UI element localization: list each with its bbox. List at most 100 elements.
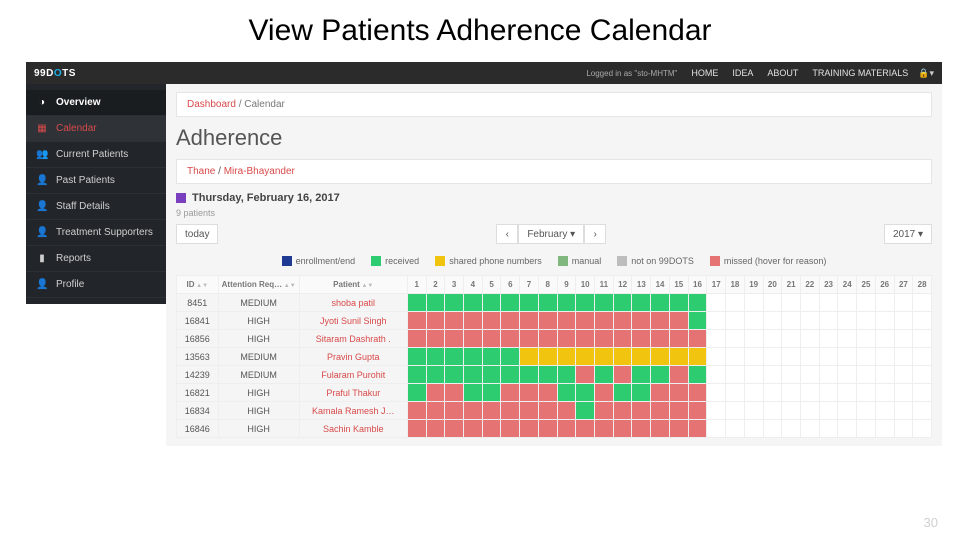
cell-day[interactable] bbox=[913, 366, 932, 384]
cell-day[interactable] bbox=[857, 402, 876, 420]
cell-day[interactable] bbox=[688, 384, 707, 402]
cell-day[interactable] bbox=[744, 294, 763, 312]
cell-day[interactable] bbox=[464, 384, 483, 402]
cell-day[interactable] bbox=[782, 384, 801, 402]
cell-day[interactable] bbox=[464, 420, 483, 438]
cell-day[interactable] bbox=[445, 348, 464, 366]
cell-day[interactable] bbox=[651, 402, 670, 420]
cell-day[interactable] bbox=[875, 384, 894, 402]
brand-logo[interactable]: 99DOTS bbox=[34, 68, 76, 79]
table-row[interactable]: 16834HIGHKamala Ramesh J… bbox=[177, 402, 932, 420]
cell-day[interactable] bbox=[857, 312, 876, 330]
cell-day[interactable] bbox=[520, 348, 539, 366]
cell-day[interactable] bbox=[576, 402, 595, 420]
cell-day[interactable] bbox=[651, 420, 670, 438]
cell-day[interactable] bbox=[744, 312, 763, 330]
cell-day[interactable] bbox=[838, 402, 857, 420]
cell-day[interactable] bbox=[595, 384, 614, 402]
cell-day[interactable] bbox=[576, 420, 595, 438]
cell-day[interactable] bbox=[501, 312, 520, 330]
cell-day[interactable] bbox=[595, 366, 614, 384]
cell-day[interactable] bbox=[857, 348, 876, 366]
cell-day[interactable] bbox=[669, 402, 688, 420]
cell-day[interactable] bbox=[632, 330, 651, 348]
cell-patient[interactable]: shoba patil bbox=[299, 294, 407, 312]
cell-day[interactable] bbox=[595, 294, 614, 312]
cell-day[interactable] bbox=[632, 402, 651, 420]
cell-day[interactable] bbox=[819, 402, 838, 420]
cell-day[interactable] bbox=[501, 366, 520, 384]
cell-patient[interactable]: Fularam Purohit bbox=[299, 366, 407, 384]
sidebar-item-reports[interactable]: ▮Reports bbox=[26, 246, 166, 272]
cell-day[interactable] bbox=[576, 294, 595, 312]
cell-day[interactable] bbox=[557, 330, 576, 348]
cell-day[interactable] bbox=[819, 312, 838, 330]
cell-day[interactable] bbox=[894, 294, 913, 312]
cell-day[interactable] bbox=[482, 402, 501, 420]
prev-month-button[interactable]: ‹ bbox=[496, 224, 518, 244]
cell-day[interactable] bbox=[707, 420, 726, 438]
cell-day[interactable] bbox=[482, 330, 501, 348]
cell-day[interactable] bbox=[426, 330, 445, 348]
cell-day[interactable] bbox=[557, 294, 576, 312]
location-district[interactable]: Thane bbox=[187, 166, 215, 177]
col-patient[interactable]: Patient bbox=[299, 276, 407, 294]
cell-day[interactable] bbox=[894, 348, 913, 366]
cell-day[interactable] bbox=[819, 294, 838, 312]
cell-day[interactable] bbox=[632, 384, 651, 402]
cell-day[interactable] bbox=[538, 366, 557, 384]
sidebar-item-current-patients[interactable]: 👥Current Patients bbox=[26, 142, 166, 168]
cell-day[interactable] bbox=[501, 330, 520, 348]
cell-day[interactable] bbox=[838, 330, 857, 348]
cell-day[interactable] bbox=[726, 312, 745, 330]
cell-day[interactable] bbox=[464, 330, 483, 348]
cell-day[interactable] bbox=[464, 294, 483, 312]
cell-day[interactable] bbox=[838, 312, 857, 330]
cell-day[interactable] bbox=[482, 312, 501, 330]
cell-day[interactable] bbox=[726, 402, 745, 420]
cell-day[interactable] bbox=[407, 330, 426, 348]
cell-day[interactable] bbox=[538, 294, 557, 312]
cell-day[interactable] bbox=[632, 366, 651, 384]
cell-day[interactable] bbox=[707, 384, 726, 402]
breadcrumb-root[interactable]: Dashboard bbox=[187, 99, 236, 110]
cell-day[interactable] bbox=[613, 366, 632, 384]
cell-day[interactable] bbox=[482, 384, 501, 402]
cell-day[interactable] bbox=[651, 312, 670, 330]
cell-day[interactable] bbox=[894, 402, 913, 420]
cell-day[interactable] bbox=[800, 366, 819, 384]
sidebar-item-profile[interactable]: 👤Profile bbox=[26, 272, 166, 298]
cell-day[interactable] bbox=[651, 366, 670, 384]
cell-day[interactable] bbox=[782, 366, 801, 384]
cell-day[interactable] bbox=[557, 384, 576, 402]
cell-day[interactable] bbox=[557, 312, 576, 330]
cell-day[interactable] bbox=[445, 384, 464, 402]
cell-day[interactable] bbox=[632, 294, 651, 312]
cell-patient[interactable]: Pravin Gupta bbox=[299, 348, 407, 366]
cell-day[interactable] bbox=[501, 348, 520, 366]
cell-day[interactable] bbox=[651, 384, 670, 402]
cell-day[interactable] bbox=[800, 312, 819, 330]
cell-day[interactable] bbox=[669, 348, 688, 366]
cell-day[interactable] bbox=[763, 348, 782, 366]
cell-day[interactable] bbox=[613, 348, 632, 366]
cell-day[interactable] bbox=[688, 312, 707, 330]
cell-day[interactable] bbox=[576, 330, 595, 348]
cell-day[interactable] bbox=[501, 420, 520, 438]
cell-day[interactable] bbox=[726, 366, 745, 384]
cell-day[interactable] bbox=[782, 402, 801, 420]
cell-day[interactable] bbox=[744, 348, 763, 366]
today-button[interactable]: today bbox=[176, 224, 218, 244]
table-row[interactable]: 13563MEDIUMPravin Gupta bbox=[177, 348, 932, 366]
cell-day[interactable] bbox=[688, 402, 707, 420]
cell-day[interactable] bbox=[838, 420, 857, 438]
cell-day[interactable] bbox=[482, 366, 501, 384]
cell-day[interactable] bbox=[782, 330, 801, 348]
cell-day[interactable] bbox=[632, 420, 651, 438]
cell-patient[interactable]: Jyoti Sunil Singh bbox=[299, 312, 407, 330]
cell-day[interactable] bbox=[875, 312, 894, 330]
cell-day[interactable] bbox=[669, 294, 688, 312]
nav-training[interactable]: TRAINING MATERIALS bbox=[812, 68, 908, 78]
cell-day[interactable] bbox=[557, 366, 576, 384]
next-month-button[interactable]: › bbox=[584, 224, 606, 244]
